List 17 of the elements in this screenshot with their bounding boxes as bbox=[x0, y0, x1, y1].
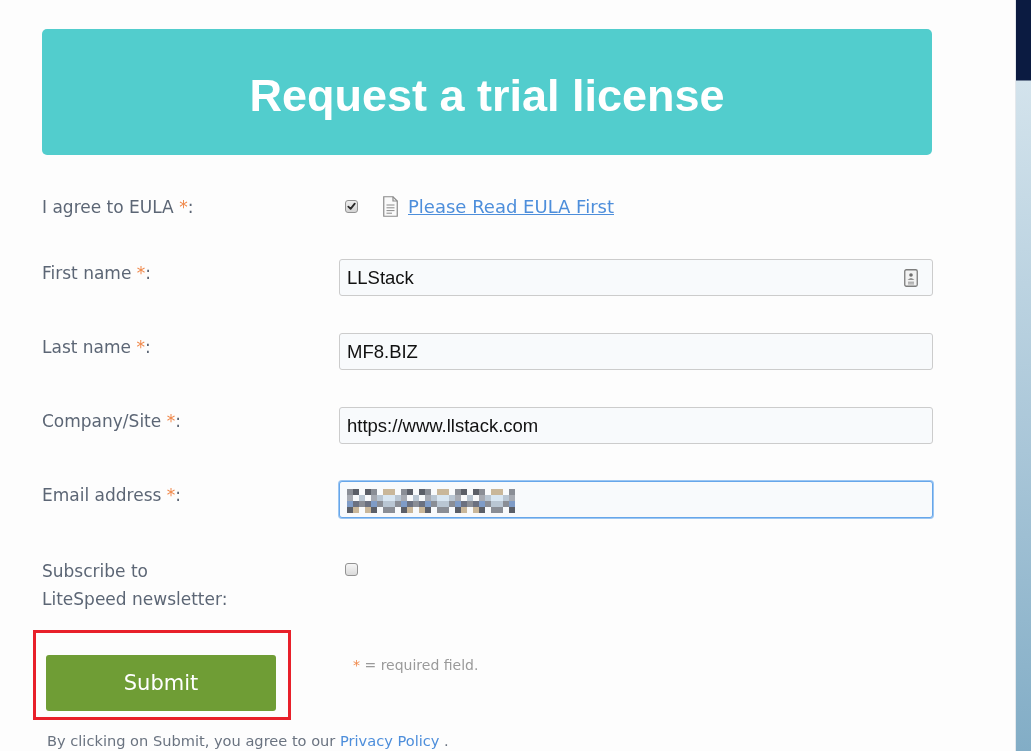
field-label: Last name *: bbox=[42, 336, 152, 359]
input-field[interactable]: https://www.llstack.com bbox=[339, 407, 933, 444]
required-note: * = required field. bbox=[353, 656, 480, 675]
document-icon bbox=[383, 196, 398, 217]
field-label: Email address *: bbox=[42, 484, 182, 507]
checkbox[interactable] bbox=[345, 200, 358, 213]
input-field[interactable] bbox=[339, 481, 933, 518]
input-field[interactable]: MF8.BIZ bbox=[339, 333, 933, 370]
field-label: First name *: bbox=[42, 262, 153, 285]
field-label: Company/Site *: bbox=[42, 410, 182, 433]
contact-card-icon[interactable] bbox=[904, 268, 918, 287]
input-field[interactable]: LLStack bbox=[339, 259, 933, 296]
checkbox[interactable] bbox=[345, 563, 358, 576]
privacy-notice: By clicking on Submit, you agree to our Privacy Policy . bbox=[47, 732, 450, 750]
field-label: I agree to EULA *: bbox=[42, 195, 195, 219]
field-label: Subscribe to LiteSpeed newsletter: bbox=[42, 560, 229, 611]
page-title: Request a trial license bbox=[249, 69, 725, 123]
